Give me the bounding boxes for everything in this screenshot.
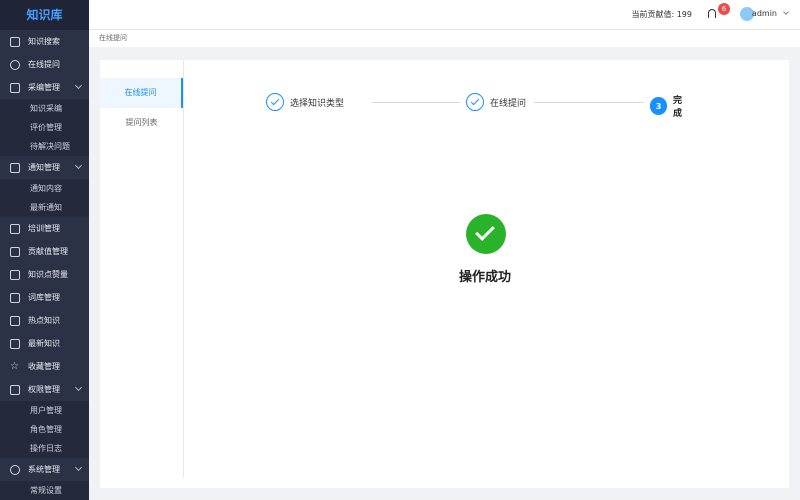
sidebar-subitem-knowledge-editing[interactable]: 知识采编	[0, 99, 89, 118]
sidebar-item-lexicon[interactable]: 词库管理	[0, 286, 89, 309]
training-icon	[10, 223, 20, 234]
chevron-down-icon	[74, 463, 83, 472]
success-check-icon	[466, 214, 506, 254]
sidebar-item-label: 采编管理	[28, 83, 60, 92]
sidebar-subitem-pending-issues[interactable]: 待解决问题	[0, 137, 89, 156]
sidebar-subitem-roles[interactable]: 角色管理	[0, 420, 89, 439]
sidebar-item-notification-management[interactable]: 通知管理	[0, 156, 89, 179]
sidebar-item-label: 权限管理	[28, 385, 60, 394]
sidebar-item-label: 收藏管理	[28, 362, 60, 371]
top-header: 当前贡献值: 199 6 admin	[89, 0, 800, 30]
step-connector	[372, 102, 460, 103]
sidebar-item-contribution[interactable]: 贡献值管理	[0, 240, 89, 263]
sidebar-item-label: 最新知识	[28, 339, 60, 348]
step-number: 3	[650, 97, 667, 115]
step-1: 选择知识类型	[266, 93, 344, 111]
award-icon	[10, 246, 20, 257]
sidebar-item-editing-management[interactable]: 采编管理	[0, 76, 89, 99]
content-card: 在线提问 提问列表 选择知识类型 在线提问 3 完成 操作成功	[100, 60, 789, 488]
contribution-value: 当前贡献值: 199	[631, 10, 692, 19]
sidebar-subitem-general-settings[interactable]: 常规设置	[0, 481, 89, 500]
check-circle-icon	[466, 93, 484, 111]
sidebar-item-label: 知识点赞量	[28, 270, 68, 279]
sidebar-subitem-notification-content[interactable]: 通知内容	[0, 179, 89, 198]
subnav-item-question-list[interactable]: 提问列表	[100, 108, 183, 138]
sidebar-item-online-question[interactable]: 在线提问	[0, 53, 89, 76]
notification-badge: 6	[718, 3, 730, 15]
breadcrumb: 在线提问	[89, 30, 800, 47]
sidebar-subitem-latest-notification[interactable]: 最新通知	[0, 198, 89, 217]
success-message: 操作成功	[458, 270, 511, 285]
step-connector	[534, 102, 644, 103]
sidebar-item-label: 培训管理	[28, 224, 60, 233]
cube-icon	[10, 315, 20, 326]
brand-logo[interactable]: 知识库	[0, 0, 89, 30]
sidebar: 知识库 知识搜索 在线提问 采编管理 知识采编 评价管理 待解决问题 通知管理 …	[0, 0, 89, 500]
home-icon	[10, 292, 20, 303]
chevron-down-icon	[74, 81, 83, 90]
thumbs-up-icon	[10, 269, 20, 280]
book-icon	[10, 36, 20, 47]
sidebar-item-hot-knowledge[interactable]: 热点知识	[0, 309, 89, 332]
sidebar-item-permissions[interactable]: 权限管理	[0, 378, 89, 401]
star-icon: ☆	[10, 360, 19, 372]
speaker-icon	[10, 162, 20, 173]
user-lock-icon	[10, 384, 20, 395]
steps: 选择知识类型 在线提问 3 完成	[266, 93, 690, 119]
sidebar-item-label: 知识搜索	[28, 37, 60, 46]
sidebar-item-latest-knowledge[interactable]: 最新知识	[0, 332, 89, 355]
sidebar-item-training[interactable]: 培训管理	[0, 217, 89, 240]
sidebar-item-label: 系统管理	[28, 465, 60, 474]
sidebar-subitem-operation-log[interactable]: 操作日志	[0, 439, 89, 458]
chevron-down-icon	[74, 383, 83, 392]
gear-icon	[10, 464, 20, 475]
sidebar-item-system[interactable]: 系统管理	[0, 458, 89, 481]
step-2: 在线提问	[466, 93, 526, 111]
chevron-down-icon	[74, 161, 83, 170]
sidebar-subitem-users[interactable]: 用户管理	[0, 401, 89, 420]
sidebar-item-label: 热点知识	[28, 316, 60, 325]
step-label: 完成	[673, 96, 683, 119]
bell-icon[interactable]	[708, 9, 716, 18]
step-label: 在线提问	[490, 98, 527, 109]
username[interactable]: admin	[752, 9, 777, 18]
sidebar-item-favorites[interactable]: ☆ 收藏管理	[0, 355, 89, 378]
sidebar-item-likes[interactable]: 知识点赞量	[0, 263, 89, 286]
subnav-item-online-question[interactable]: 在线提问	[100, 78, 183, 108]
step-label: 选择知识类型	[290, 98, 345, 109]
check-circle-icon	[266, 93, 284, 111]
chevron-down-icon[interactable]	[783, 9, 789, 15]
sub-navigation: 在线提问 提问列表	[100, 60, 184, 478]
breadcrumb-item[interactable]: 在线提问	[99, 34, 127, 42]
step-3: 3 完成	[650, 93, 690, 119]
sidebar-item-knowledge-search[interactable]: 知识搜索	[0, 30, 89, 53]
edit-icon	[10, 82, 20, 93]
sidebar-item-label: 词库管理	[28, 293, 60, 302]
sidebar-subitem-evaluation[interactable]: 评价管理	[0, 118, 89, 137]
new-icon	[10, 338, 20, 349]
sidebar-item-label: 通知管理	[28, 163, 60, 172]
question-icon	[10, 59, 20, 70]
sidebar-item-label: 在线提问	[28, 60, 60, 69]
sidebar-item-label: 贡献值管理	[28, 247, 68, 256]
